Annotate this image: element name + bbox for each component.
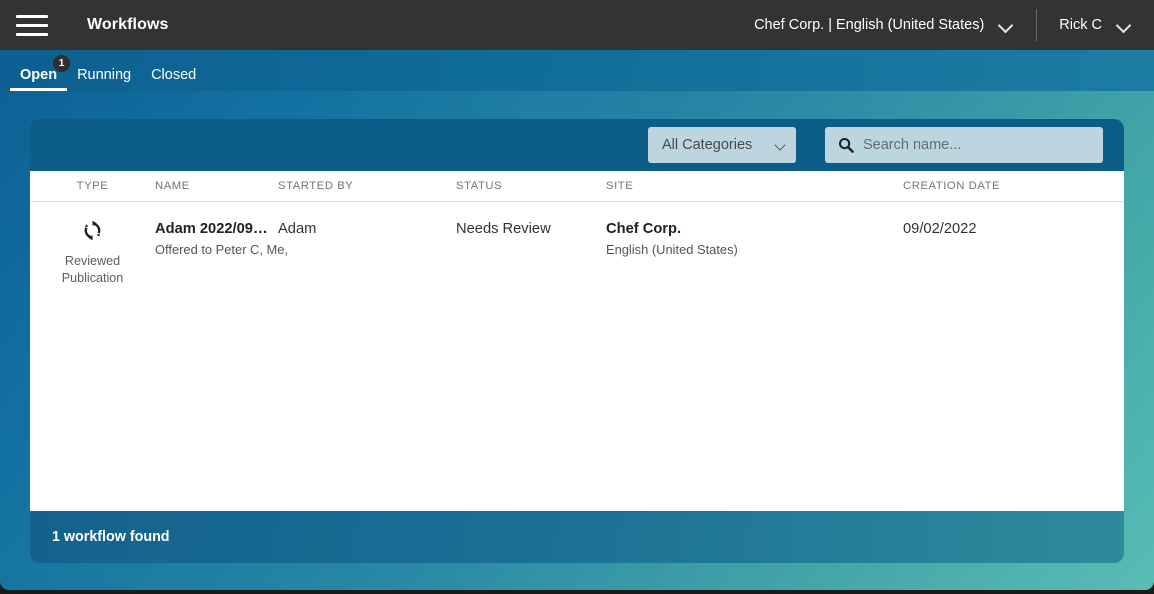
site-language: English (United States) <box>606 242 903 257</box>
search-field <box>825 127 1103 163</box>
site-language-label: Chef Corp. | English (United States) <box>754 17 984 33</box>
user-menu[interactable]: Rick C <box>1059 0 1154 50</box>
cell-started-by: Adam <box>278 218 456 237</box>
tab-running-label: Running <box>77 67 131 83</box>
cycle-refresh-icon <box>80 218 105 243</box>
user-name-label: Rick C <box>1059 17 1102 33</box>
hamburger-menu-icon[interactable] <box>16 0 66 50</box>
workflow-offered-to: Offered to Peter C, Me, <box>155 242 278 257</box>
tab-open-label: Open <box>20 67 57 83</box>
category-filter: All Categories <box>648 127 796 163</box>
workflow-list-card: All Categories TYPE NAME STA <box>30 119 1124 563</box>
cell-site: Chef Corp. English (United States) <box>606 218 903 257</box>
workflow-tabs: Open 1 Running Closed <box>0 50 1154 91</box>
application-window: Workflows Chef Corp. | English (United S… <box>0 0 1154 590</box>
cell-type-label-line1: Reviewed <box>62 253 124 270</box>
card-toolbar: All Categories <box>30 119 1124 171</box>
column-header-started-by: STARTED BY <box>278 180 456 192</box>
screenshot-root: Workflows Chef Corp. | English (United S… <box>0 0 1154 594</box>
cell-type-label: Reviewed Publication <box>62 253 124 287</box>
app-bar-right-controls: Chef Corp. | English (United States) Ric… <box>742 0 1154 50</box>
column-header-name: NAME <box>155 180 278 192</box>
workflow-name: Adam 2022/09… <box>155 221 278 237</box>
site-name: Chef Corp. <box>606 221 903 237</box>
column-header-site: SITE <box>606 180 903 192</box>
tab-closed[interactable]: Closed <box>141 68 206 92</box>
column-header-status: STATUS <box>456 180 606 192</box>
table-row[interactable]: Reviewed Publication Adam 2022/09… Offer… <box>30 202 1124 287</box>
result-count-label: 1 workflow found <box>52 529 170 545</box>
hamburger-line <box>16 24 48 27</box>
column-header-type: TYPE <box>30 180 155 192</box>
cell-type: Reviewed Publication <box>30 218 155 287</box>
column-header-creation-date: CREATION DATE <box>903 180 1103 192</box>
hamburger-line <box>16 15 48 18</box>
cell-creation-date: 09/02/2022 <box>903 218 1103 237</box>
chevron-down-icon <box>1116 17 1132 33</box>
app-bar: Workflows Chef Corp. | English (United S… <box>0 0 1154 50</box>
cell-status: Needs Review <box>456 218 606 237</box>
workflow-table: TYPE NAME STARTED BY STATUS SITE CREATIO… <box>30 171 1124 511</box>
tab-running[interactable]: Running <box>67 68 141 92</box>
cell-type-label-line2: Publication <box>62 270 124 287</box>
tab-closed-label: Closed <box>151 67 196 83</box>
hamburger-line <box>16 33 48 36</box>
search-input[interactable] <box>825 127 1103 163</box>
card-footer: 1 workflow found <box>30 511 1124 563</box>
window-bottom-edge <box>0 590 1154 594</box>
site-language-selector[interactable]: Chef Corp. | English (United States) <box>742 0 1014 50</box>
appbar-divider <box>1036 9 1037 41</box>
chevron-down-icon <box>998 17 1014 33</box>
category-select[interactable]: All Categories <box>648 127 796 163</box>
page-title: Workflows <box>87 16 169 34</box>
table-header-row: TYPE NAME STARTED BY STATUS SITE CREATIO… <box>30 171 1124 202</box>
tab-open[interactable]: Open 1 <box>10 68 67 92</box>
cell-name: Adam 2022/09… Offered to Peter C, Me, <box>155 218 278 257</box>
